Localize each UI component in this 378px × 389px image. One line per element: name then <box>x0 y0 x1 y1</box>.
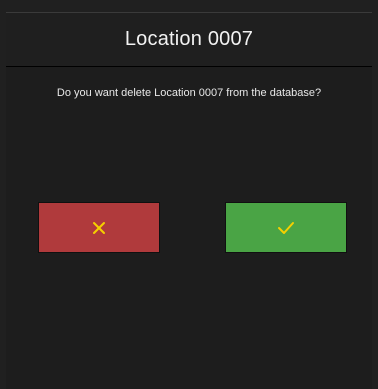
confirm-button[interactable] <box>225 202 347 253</box>
close-icon <box>92 221 106 235</box>
dialog-message: Do you want delete Location 0007 from th… <box>56 87 322 99</box>
delete-confirm-dialog: Location 0007 Do you want delete Locatio… <box>6 12 372 389</box>
cancel-button[interactable] <box>38 202 160 253</box>
dialog-titlebar: Location 0007 <box>6 13 372 67</box>
checkmark-icon <box>277 221 295 235</box>
dialog-title: Location 0007 <box>124 28 254 50</box>
